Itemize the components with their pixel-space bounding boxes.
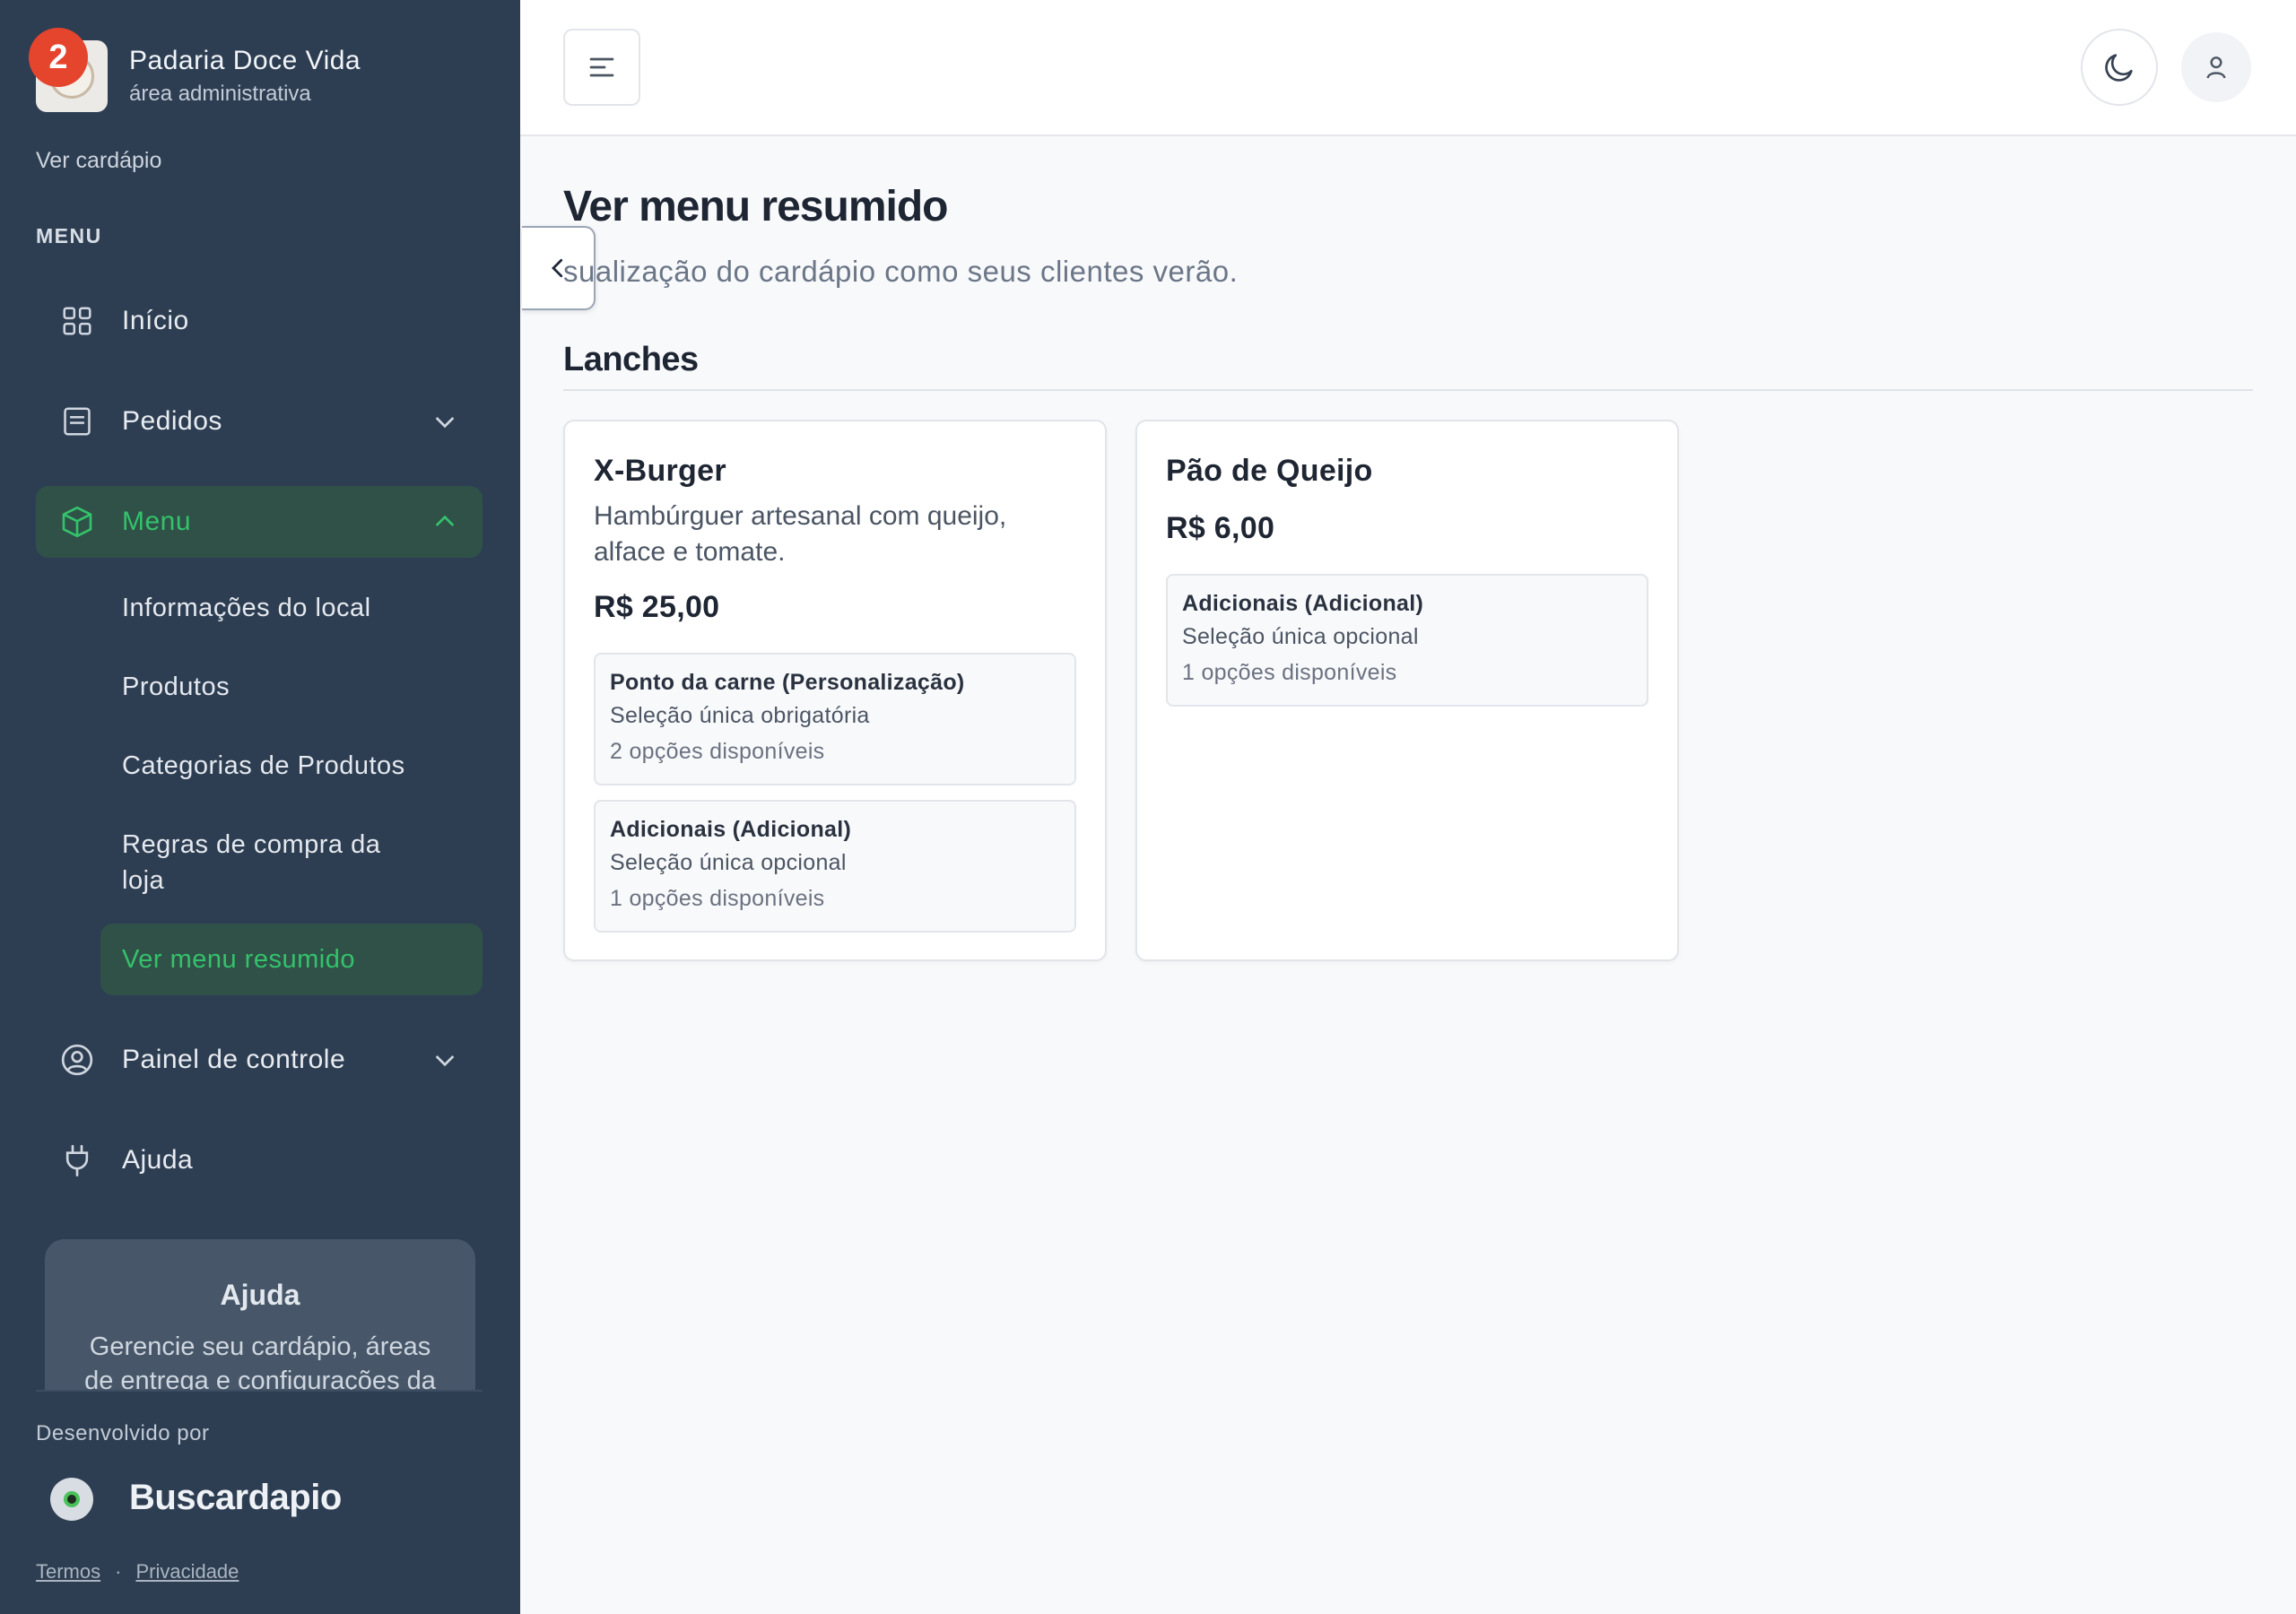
option-group-type: Seleção única obrigatória — [610, 703, 870, 728]
legal-separator: · — [115, 1560, 122, 1583]
menu-section-heading: MENU — [36, 224, 102, 247]
option-group: Ponto da carne (Personalização) Seleção … — [594, 653, 1076, 785]
menu-toggle-button[interactable] — [563, 29, 640, 106]
chevron-down-icon[interactable] — [430, 407, 459, 436]
product-card[interactable]: X-Burger Hambúrguer artesanal com queijo… — [563, 420, 1107, 961]
notification-badge[interactable]: 2 — [29, 28, 88, 87]
receipt-icon — [59, 404, 95, 439]
brand[interactable]: 2 Padaria Doce Vida área administrativa — [29, 28, 361, 112]
sidebar-item-inicio[interactable]: Início — [36, 285, 483, 357]
user-circle-icon — [59, 1042, 95, 1078]
view-menu-link[interactable]: Ver cardápio — [36, 148, 161, 174]
sidebar-item-label: Ajuda — [122, 1145, 194, 1175]
store-logo: 2 — [29, 28, 108, 112]
developed-by-label: Desenvolvido por — [36, 1421, 210, 1445]
product-name: Pão de Queijo — [1166, 454, 1373, 488]
chevron-down-icon[interactable] — [430, 1046, 459, 1074]
developer-name[interactable]: Buscardapio — [129, 1478, 342, 1518]
terms-link[interactable]: Termos — [36, 1560, 100, 1583]
help-card-title: Ajuda — [220, 1279, 300, 1311]
grid-icon — [59, 303, 95, 339]
sidebar-item-label: Pedidos — [122, 406, 222, 436]
product-card[interactable]: Pão de Queijo R$ 6,00 Adicionais (Adicio… — [1135, 420, 1679, 961]
sidebar-item-label: Início — [122, 306, 189, 335]
option-group-title: Adicionais (Adicional) — [1182, 591, 1424, 616]
product-price: R$ 25,00 — [594, 590, 720, 624]
product-description: Hambúrguer artesanal com queijo, alface … — [594, 501, 1007, 567]
buscardapio-logo-icon — [50, 1478, 93, 1521]
legal-links: Termos · Privacidade — [36, 1560, 239, 1584]
category-title: Lanches — [563, 341, 699, 378]
option-group: Adicionais (Adicional) Seleção única opc… — [594, 800, 1076, 933]
sidebar-subitem-product-categories[interactable]: Categorias de Produtos — [122, 748, 405, 784]
theme-toggle-button[interactable] — [2081, 29, 2158, 106]
option-group-count: 1 opções disponíveis — [610, 886, 825, 911]
product-price: R$ 6,00 — [1166, 511, 1275, 545]
help-card-text: Gerencie seu cardápio, áreas de entrega … — [84, 1332, 436, 1390]
sidebar-item-painel[interactable]: Painel de controle — [36, 1024, 483, 1096]
page-subtitle: sualização do cardápio como seus cliente… — [563, 255, 1239, 288]
sidebar-subitem-local-info[interactable]: Informações do local — [122, 590, 371, 626]
sidebar-subitem-purchase-rules[interactable]: Regras de compra da loja — [122, 827, 427, 898]
sidebar-item-label: Painel de controle — [122, 1045, 346, 1074]
sidebar-item-menu[interactable]: Menu — [36, 486, 483, 558]
section-divider — [563, 389, 2253, 391]
option-group-title: Adicionais (Adicional) — [610, 817, 852, 842]
store-name: Padaria Doce Vida — [129, 46, 361, 75]
sidebar-item-label: Menu — [122, 507, 192, 536]
sidebar-item-ajuda[interactable]: Ajuda — [36, 1124, 483, 1196]
user-icon — [2206, 56, 2226, 79]
chevron-up-icon[interactable] — [430, 508, 459, 536]
sidebar: 2 Padaria Doce Vida área administrativa … — [0, 0, 520, 1614]
store-subtitle: área administrativa — [129, 82, 311, 106]
option-group-count: 1 opções disponíveis — [1182, 660, 1397, 685]
option-group-type: Seleção única opcional — [1182, 624, 1419, 649]
privacy-link[interactable]: Privacidade — [135, 1560, 239, 1583]
sidebar-divider — [36, 1390, 483, 1392]
box-icon — [59, 504, 95, 540]
option-group-title: Ponto da carne (Personalização) — [610, 670, 965, 695]
sidebar-subitem-label: Ver menu resumido — [122, 944, 355, 974]
option-group-type: Seleção única opcional — [610, 850, 847, 875]
page-title: Ver menu resumido — [563, 183, 948, 230]
sidebar-item-pedidos[interactable]: Pedidos — [36, 386, 483, 457]
moon-icon — [2105, 54, 2133, 82]
help-card: Ajuda Gerencie seu cardápio, áreas de en… — [45, 1239, 475, 1390]
option-group: Adicionais (Adicional) Seleção única opc… — [1166, 574, 1648, 707]
plug-icon — [59, 1142, 95, 1178]
topbar — [520, 0, 2296, 136]
sidebar-subitem-products[interactable]: Produtos — [122, 669, 230, 705]
user-menu-button[interactable] — [2181, 32, 2251, 102]
sidebar-subitem-menu-summary[interactable]: Ver menu resumido — [100, 924, 483, 995]
product-name: X-Burger — [594, 454, 726, 488]
hamburger-icon — [589, 57, 614, 77]
option-group-count: 2 opções disponíveis — [610, 739, 825, 764]
